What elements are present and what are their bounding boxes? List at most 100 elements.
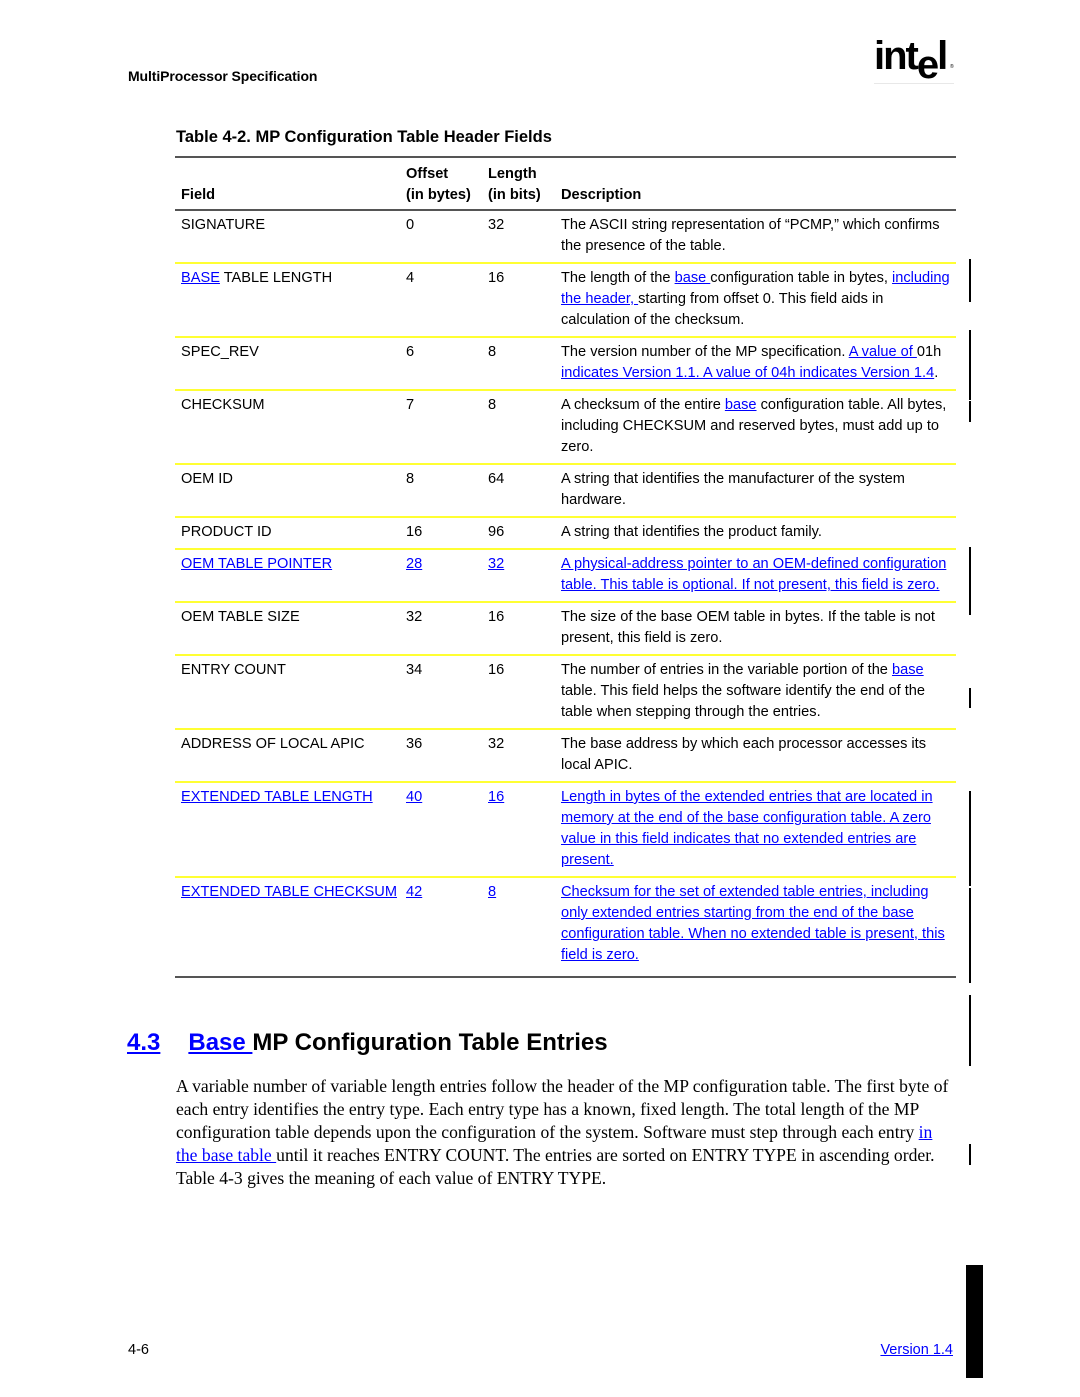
- cell-description: Length in bytes of the extended entries …: [555, 782, 956, 878]
- offset-text: 16: [406, 524, 423, 540]
- change-bar: [969, 330, 971, 400]
- column-header-length: Length (in bits): [482, 158, 555, 211]
- table-bottom-rule: [175, 976, 956, 978]
- table-row: EXTENDED TABLE LENGTH 40 16 Length in bytes…: [175, 782, 956, 878]
- table-row: OEM TABLE POINTER 28 32 A physical-address …: [175, 549, 956, 603]
- cell-length: 8: [482, 877, 555, 976]
- field-link[interactable]: BASE: [181, 270, 220, 286]
- paragraph-text: A variable number of variable length ent…: [176, 1076, 949, 1142]
- table-row: CHECKSUM 7 8 A checksum of the entire base …: [175, 390, 956, 465]
- offset-text: 0: [406, 217, 415, 233]
- field-text: CHECKSUM: [181, 397, 265, 413]
- registered-mark: ®: [950, 64, 954, 70]
- cell-field: OEM TABLE SIZE: [175, 602, 400, 656]
- description-text: The ASCII string representation of “PCMP…: [561, 217, 940, 254]
- description-link[interactable]: A value of: [849, 344, 917, 360]
- field-link[interactable]: OEM TABLE POINTER: [181, 556, 332, 572]
- description-text: A string that identifies the manufacture…: [561, 471, 905, 508]
- description-link[interactable]: base: [725, 397, 757, 413]
- cell-offset: 40: [400, 782, 482, 878]
- length-link[interactable]: 8: [488, 884, 496, 900]
- cell-offset: 28: [400, 549, 482, 603]
- description-link[interactable]: Checksum for the set of extended table e…: [561, 884, 945, 963]
- page-number: 4-6: [128, 1342, 149, 1358]
- body-paragraph: A variable number of variable length ent…: [176, 1075, 956, 1190]
- logo-underline: [874, 83, 954, 84]
- cell-offset: 6: [400, 337, 482, 391]
- change-bar: [969, 401, 971, 422]
- offset-text: 8: [406, 471, 415, 487]
- change-bar: [969, 791, 971, 886]
- cell-offset: 34: [400, 655, 482, 730]
- cell-length: 32: [482, 549, 555, 603]
- description-link[interactable]: Length in bytes of the extended entries …: [561, 789, 933, 868]
- version-link[interactable]: Version 1.4: [880, 1342, 953, 1358]
- description-text: A string that identifies the product fam…: [561, 524, 822, 540]
- length-link[interactable]: 16: [488, 789, 504, 805]
- cell-field: CHECKSUM: [175, 390, 400, 465]
- offset-text: 7: [406, 397, 415, 413]
- cell-length: 8: [482, 337, 555, 391]
- field-text: SPEC_REV: [181, 344, 259, 360]
- description-link[interactable]: base: [892, 662, 924, 678]
- cell-offset: 4: [400, 263, 482, 338]
- offset-text: 34: [406, 662, 423, 678]
- section-title-link[interactable]: Base: [188, 1029, 252, 1056]
- description-text: A checksum of the entire: [561, 397, 725, 413]
- length-text: 64: [488, 471, 505, 487]
- description-link[interactable]: base: [675, 270, 711, 286]
- cell-length: 96: [482, 517, 555, 550]
- column-header-description: Description: [555, 158, 956, 211]
- cell-offset: 42: [400, 877, 482, 976]
- cell-length: 16: [482, 655, 555, 730]
- description-link[interactable]: A physical-address pointer to an OEM-def…: [561, 556, 946, 593]
- offset-link[interactable]: 40: [406, 789, 422, 805]
- offset-text: 36: [406, 736, 423, 752]
- length-text: 32: [488, 736, 505, 752]
- cell-field: ADDRESS OF LOCAL APIC: [175, 729, 400, 783]
- table-header-row: Field Offset (in bytes) Length (in bits) D…: [175, 158, 956, 211]
- offset-link[interactable]: 42: [406, 884, 422, 900]
- table-row: PRODUCT ID 16 96 A string that identifies t…: [175, 517, 956, 550]
- cell-field: SPEC_REV: [175, 337, 400, 391]
- field-text: PRODUCT ID: [181, 524, 272, 540]
- cell-length: 64: [482, 464, 555, 518]
- table-row: BASE TABLE LENGTH 4 16 The length of the ba…: [175, 263, 956, 338]
- field-text: ENTRY COUNT: [181, 662, 286, 678]
- chapter-thumb-tab: [966, 1265, 983, 1378]
- description-link[interactable]: indicates Version 1.1. A value of 04h in…: [561, 365, 934, 381]
- length-text: 16: [488, 270, 505, 286]
- section-heading: 4.3 Base MP Configuration Table Entries: [127, 1029, 608, 1057]
- offset-text: 4: [406, 270, 415, 286]
- cell-length: 16: [482, 782, 555, 878]
- field-link[interactable]: EXTENDED TABLE CHECKSUM: [181, 884, 397, 900]
- change-bar: [969, 688, 971, 708]
- paragraph-text: until it reaches ENTRY COUNT. The entrie…: [176, 1145, 935, 1188]
- cell-description: The ASCII string representation of “PCMP…: [555, 210, 956, 264]
- section-title: MP Configuration Table Entries: [252, 1029, 608, 1056]
- section-number-link[interactable]: 4.3: [127, 1029, 160, 1056]
- cell-description: The length of the base configuration tab…: [555, 263, 956, 338]
- header-fields-table: Field Offset (in bytes) Length (in bits) D…: [175, 158, 956, 976]
- length-text: 96: [488, 524, 505, 540]
- cell-field: BASE TABLE LENGTH: [175, 263, 400, 338]
- field-link[interactable]: EXTENDED TABLE LENGTH: [181, 789, 373, 805]
- cell-offset: 8: [400, 464, 482, 518]
- offset-link[interactable]: 28: [406, 556, 422, 572]
- table-row: ADDRESS OF LOCAL APIC 36 32 The base addres…: [175, 729, 956, 783]
- length-link[interactable]: 32: [488, 556, 504, 572]
- table-title: Table 4-2. MP Configuration Table Header…: [176, 128, 552, 146]
- cell-offset: 0: [400, 210, 482, 264]
- change-bar: [969, 547, 971, 615]
- cell-description: A checksum of the entire base configurat…: [555, 390, 956, 465]
- table-row: ENTRY COUNT 34 16 The number of entries in …: [175, 655, 956, 730]
- logo-wordmark: intel: [874, 34, 948, 87]
- offset-text: 32: [406, 609, 423, 625]
- table-row: SPEC_REV 6 8 The version number of the MP s…: [175, 337, 956, 391]
- change-bar: [969, 995, 971, 1066]
- length-text: 16: [488, 662, 505, 678]
- change-bar: [969, 888, 971, 983]
- cell-field: PRODUCT ID: [175, 517, 400, 550]
- length-text: 8: [488, 344, 497, 360]
- description-text: .: [934, 365, 939, 381]
